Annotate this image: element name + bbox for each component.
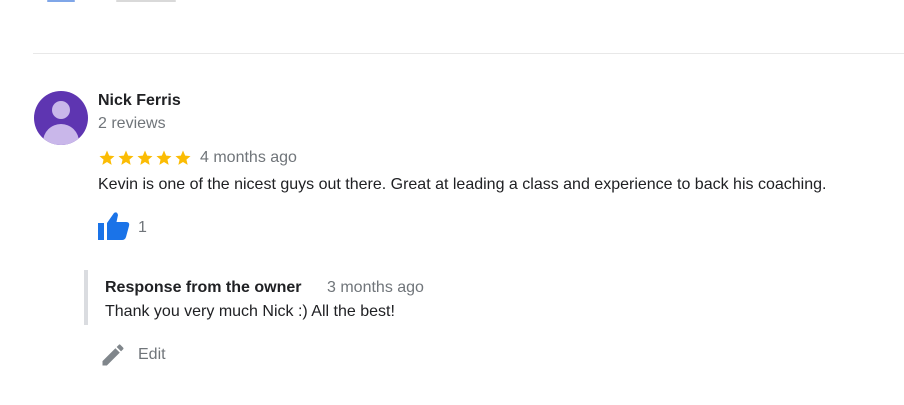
star-icon	[99, 150, 115, 165]
review-date: 4 months ago	[200, 149, 297, 166]
thumbs-up-icon	[98, 212, 130, 240]
owner-response-text: Thank you very much Nick :) All the best…	[105, 303, 395, 320]
edit-button[interactable]: Edit	[99, 340, 166, 370]
owner-response-date: 3 months ago	[327, 279, 424, 296]
review-text: Kevin is one of the nicest guys out ther…	[98, 176, 827, 193]
review-divider	[33, 53, 904, 54]
review-page: Nick Ferris 2 reviews 4 months ago Kevin…	[0, 0, 904, 405]
owner-response-label: Response from the owner	[105, 279, 302, 296]
person-icon-head	[52, 101, 70, 119]
star-icon	[137, 150, 153, 165]
owner-response-bar	[84, 270, 88, 325]
star-icon	[156, 150, 172, 165]
previous-review-like-icon-edge	[47, 0, 75, 2]
reviewer-review-count[interactable]: 2 reviews	[98, 115, 166, 133]
like-count: 1	[138, 219, 147, 236]
like-button[interactable]	[97, 211, 133, 241]
pencil-icon	[102, 344, 124, 366]
star-icon	[118, 150, 134, 165]
person-icon-body	[43, 124, 79, 145]
reviewer-name[interactable]: Nick Ferris	[98, 92, 181, 110]
star-rating	[98, 147, 193, 169]
reviewer-avatar[interactable]	[34, 91, 88, 145]
edit-label: Edit	[138, 346, 166, 363]
star-icon	[175, 150, 191, 165]
previous-review-button-edge	[116, 0, 176, 2]
